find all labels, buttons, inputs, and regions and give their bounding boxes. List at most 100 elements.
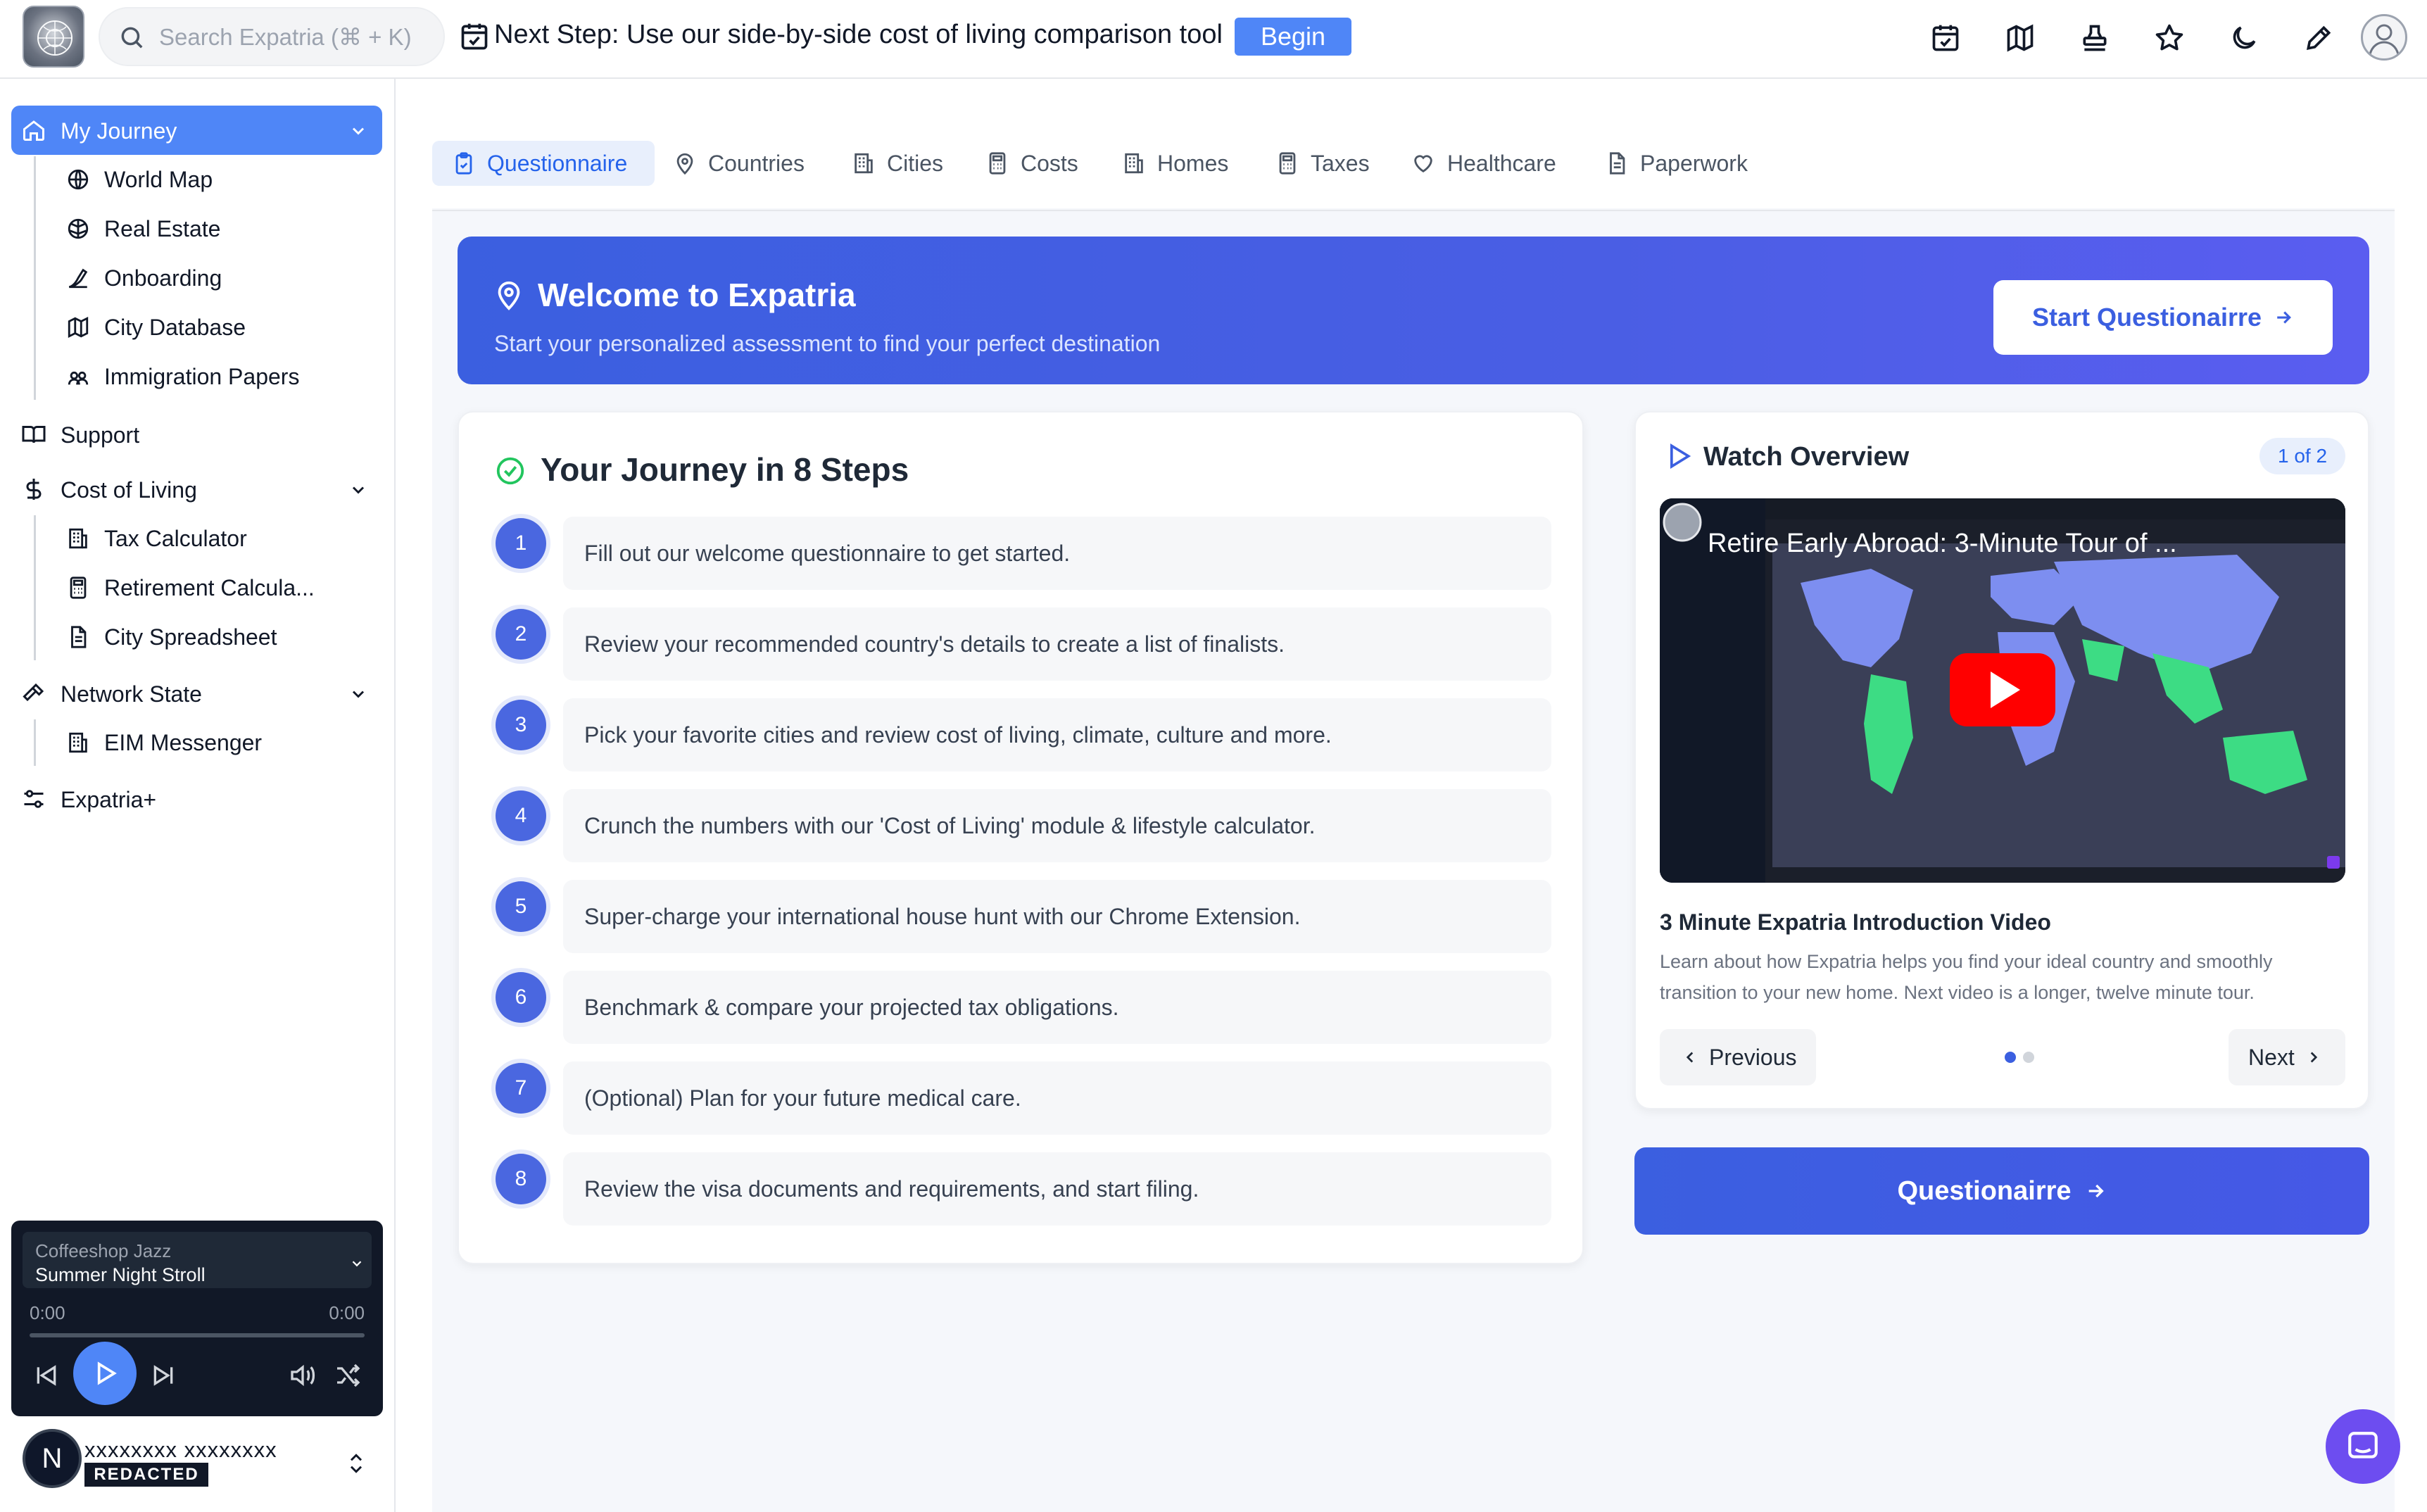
list-item[interactable]: Crunch the numbers with our 'Cost of Liv… [563,789,1551,862]
step-text: Crunch the numbers with our 'Cost of Liv… [584,813,1316,838]
chevron-down-icon[interactable] [349,1256,365,1271]
step-number: 5 [496,881,546,932]
begin-button[interactable]: Begin [1235,18,1351,56]
map-pin-icon [498,281,520,310]
tab-label: Costs [1021,150,1078,176]
tree-line [34,515,36,660]
sidebar-item-city-database[interactable]: City Database [63,305,380,348]
building-icon [1125,153,1143,174]
banner-title: Welcome to Expatria [538,277,856,313]
sidebar-item-onboarding[interactable]: Onboarding [63,256,380,298]
previous-button[interactable]: Previous [1660,1029,1816,1085]
video-description: Learn about how Expatria helps you find … [1660,951,2273,1003]
progress-bar[interactable] [30,1333,365,1337]
sidebar-item-label: EIM Messenger [104,730,263,755]
tab-countries[interactable]: Countries [653,141,805,186]
tab-homes[interactable]: Homes [1102,141,1228,186]
sidebar-item-real-estate[interactable]: Real Estate [63,207,380,249]
chevron-left-icon [1686,1052,1694,1063]
sidebar-item-city-spreadsheet[interactable]: City Spreadsheet [63,615,380,657]
sidebar-item-my-journey[interactable]: My Journey [11,106,382,155]
calculator-icon [1279,152,1296,175]
chevron-down-icon [352,127,365,135]
search-icon [121,27,143,49]
tab-label: Questionnaire [487,150,628,176]
moon-icon[interactable] [2226,20,2262,56]
list-item[interactable]: Review your recommended country's detail… [563,607,1551,681]
sidebar-item-tax-calculator[interactable]: Tax Calculator [63,517,380,559]
video-thumbnail: Retire Early Abroad: 3-Minute Tour of ..… [1660,498,2345,883]
star-icon[interactable] [2151,20,2188,56]
map-icon[interactable] [2002,20,2038,56]
chat-button[interactable] [2326,1409,2400,1484]
sidebar-item-network-state[interactable]: Network State [11,669,382,718]
expatria-logo[interactable] [23,6,84,68]
video-title-overlay: Retire Early Abroad: 3-Minute Tour of ..… [1708,529,2177,558]
step-number: 1 [496,518,546,569]
calculator-icon [989,152,1006,175]
user-avatar-icon[interactable] [2361,14,2407,61]
search-bar[interactable] [99,7,445,66]
volume-icon[interactable] [287,1361,318,1390]
pencil-icon[interactable] [2300,20,2337,56]
chevron-right-icon [2310,1052,2317,1063]
time-total: 0:00 [329,1302,365,1323]
sidebar-item-expatria-plus[interactable]: Expatria+ [11,774,382,824]
video-player[interactable]: Retire Early Abroad: 3-Minute Tour of ..… [1660,498,2345,883]
list-item[interactable]: Fill out our welcome questionnaire to ge… [563,517,1551,590]
track-name: Summer Night Stroll [35,1264,206,1285]
search-input[interactable] [159,20,434,55]
tab-healthcare[interactable]: Healthcare [1391,141,1556,186]
stamp-icon[interactable] [2076,20,2113,56]
next-button[interactable]: Next [2229,1029,2345,1085]
play-button[interactable] [73,1342,137,1405]
sidebar-item-support[interactable]: Support [11,410,382,459]
chevron-down-icon [352,691,365,698]
list-item[interactable]: (Optional) Plan for your future medical … [563,1061,1551,1135]
sidebar: My Journey World Map Real Estate Onboard… [0,79,396,1512]
play-outline-icon [1670,443,1691,469]
questionnaire-button[interactable]: Questionairre [1634,1147,2369,1235]
sidebar-item-retirement-calculator[interactable]: Retirement Calcula... [63,566,380,608]
sidebar-item-label: Immigration Papers [104,364,300,389]
music-player: Coffeeshop Jazz Summer Night Stroll 0:00… [11,1221,383,1416]
tab-cities[interactable]: Cities [832,141,943,186]
step-number: 4 [496,790,546,841]
heart-icon [1414,155,1432,173]
skip-forward-icon[interactable] [149,1361,177,1390]
step-text: Review your recommended country's detail… [584,631,1285,657]
globe-grid-icon [68,218,89,239]
sidebar-item-label: City Spreadsheet [104,624,277,650]
arrow-right-icon [2088,1184,2104,1198]
tree-line [34,156,36,400]
tab-label: Homes [1157,150,1229,176]
chevrons-up-down-icon[interactable] [346,1451,366,1475]
tab-questionnaire[interactable]: Questionnaire [432,141,655,186]
sliders-icon [24,790,44,808]
play-icon [97,1361,117,1385]
tab-costs[interactable]: Costs [966,141,1078,186]
carousel-dot[interactable] [2023,1052,2034,1063]
sidebar-item-world-map[interactable]: World Map [63,158,380,200]
list-item[interactable]: Super-charge your international house hu… [563,880,1551,953]
avatar[interactable]: N [23,1429,82,1488]
skip-back-icon[interactable] [32,1361,61,1390]
sidebar-item-label: Support [61,422,140,448]
tab-taxes[interactable]: Taxes [1256,141,1370,186]
calendar-check-icon[interactable] [1927,20,1964,56]
list-item[interactable]: Review the visa documents and requiremen… [563,1152,1551,1226]
list-item[interactable]: Pick your favorite cities and review cos… [563,698,1551,771]
sidebar-item-label: World Map [104,167,213,192]
sidebar-item-immigration-papers[interactable]: Immigration Papers [63,355,380,397]
sidebar-item-cost-of-living[interactable]: Cost of Living [11,465,382,514]
start-questionnaire-button[interactable]: Start Questionairre [1993,280,2333,355]
carousel-dot-active[interactable] [2005,1052,2016,1063]
sidebar-item-eim-messenger[interactable]: EIM Messenger [63,721,380,763]
shuffle-icon[interactable] [332,1361,363,1390]
list-item[interactable]: Benchmark & compare your projected tax o… [563,971,1551,1044]
document-icon [71,626,87,648]
user-name: xxxxxxxx xxxxxxxx [84,1437,277,1462]
step-number: 8 [496,1154,546,1204]
tab-paperwork[interactable]: Paperwork [1585,141,1748,186]
welcome-banner: Welcome to Expatria Start your personali… [458,237,2369,384]
